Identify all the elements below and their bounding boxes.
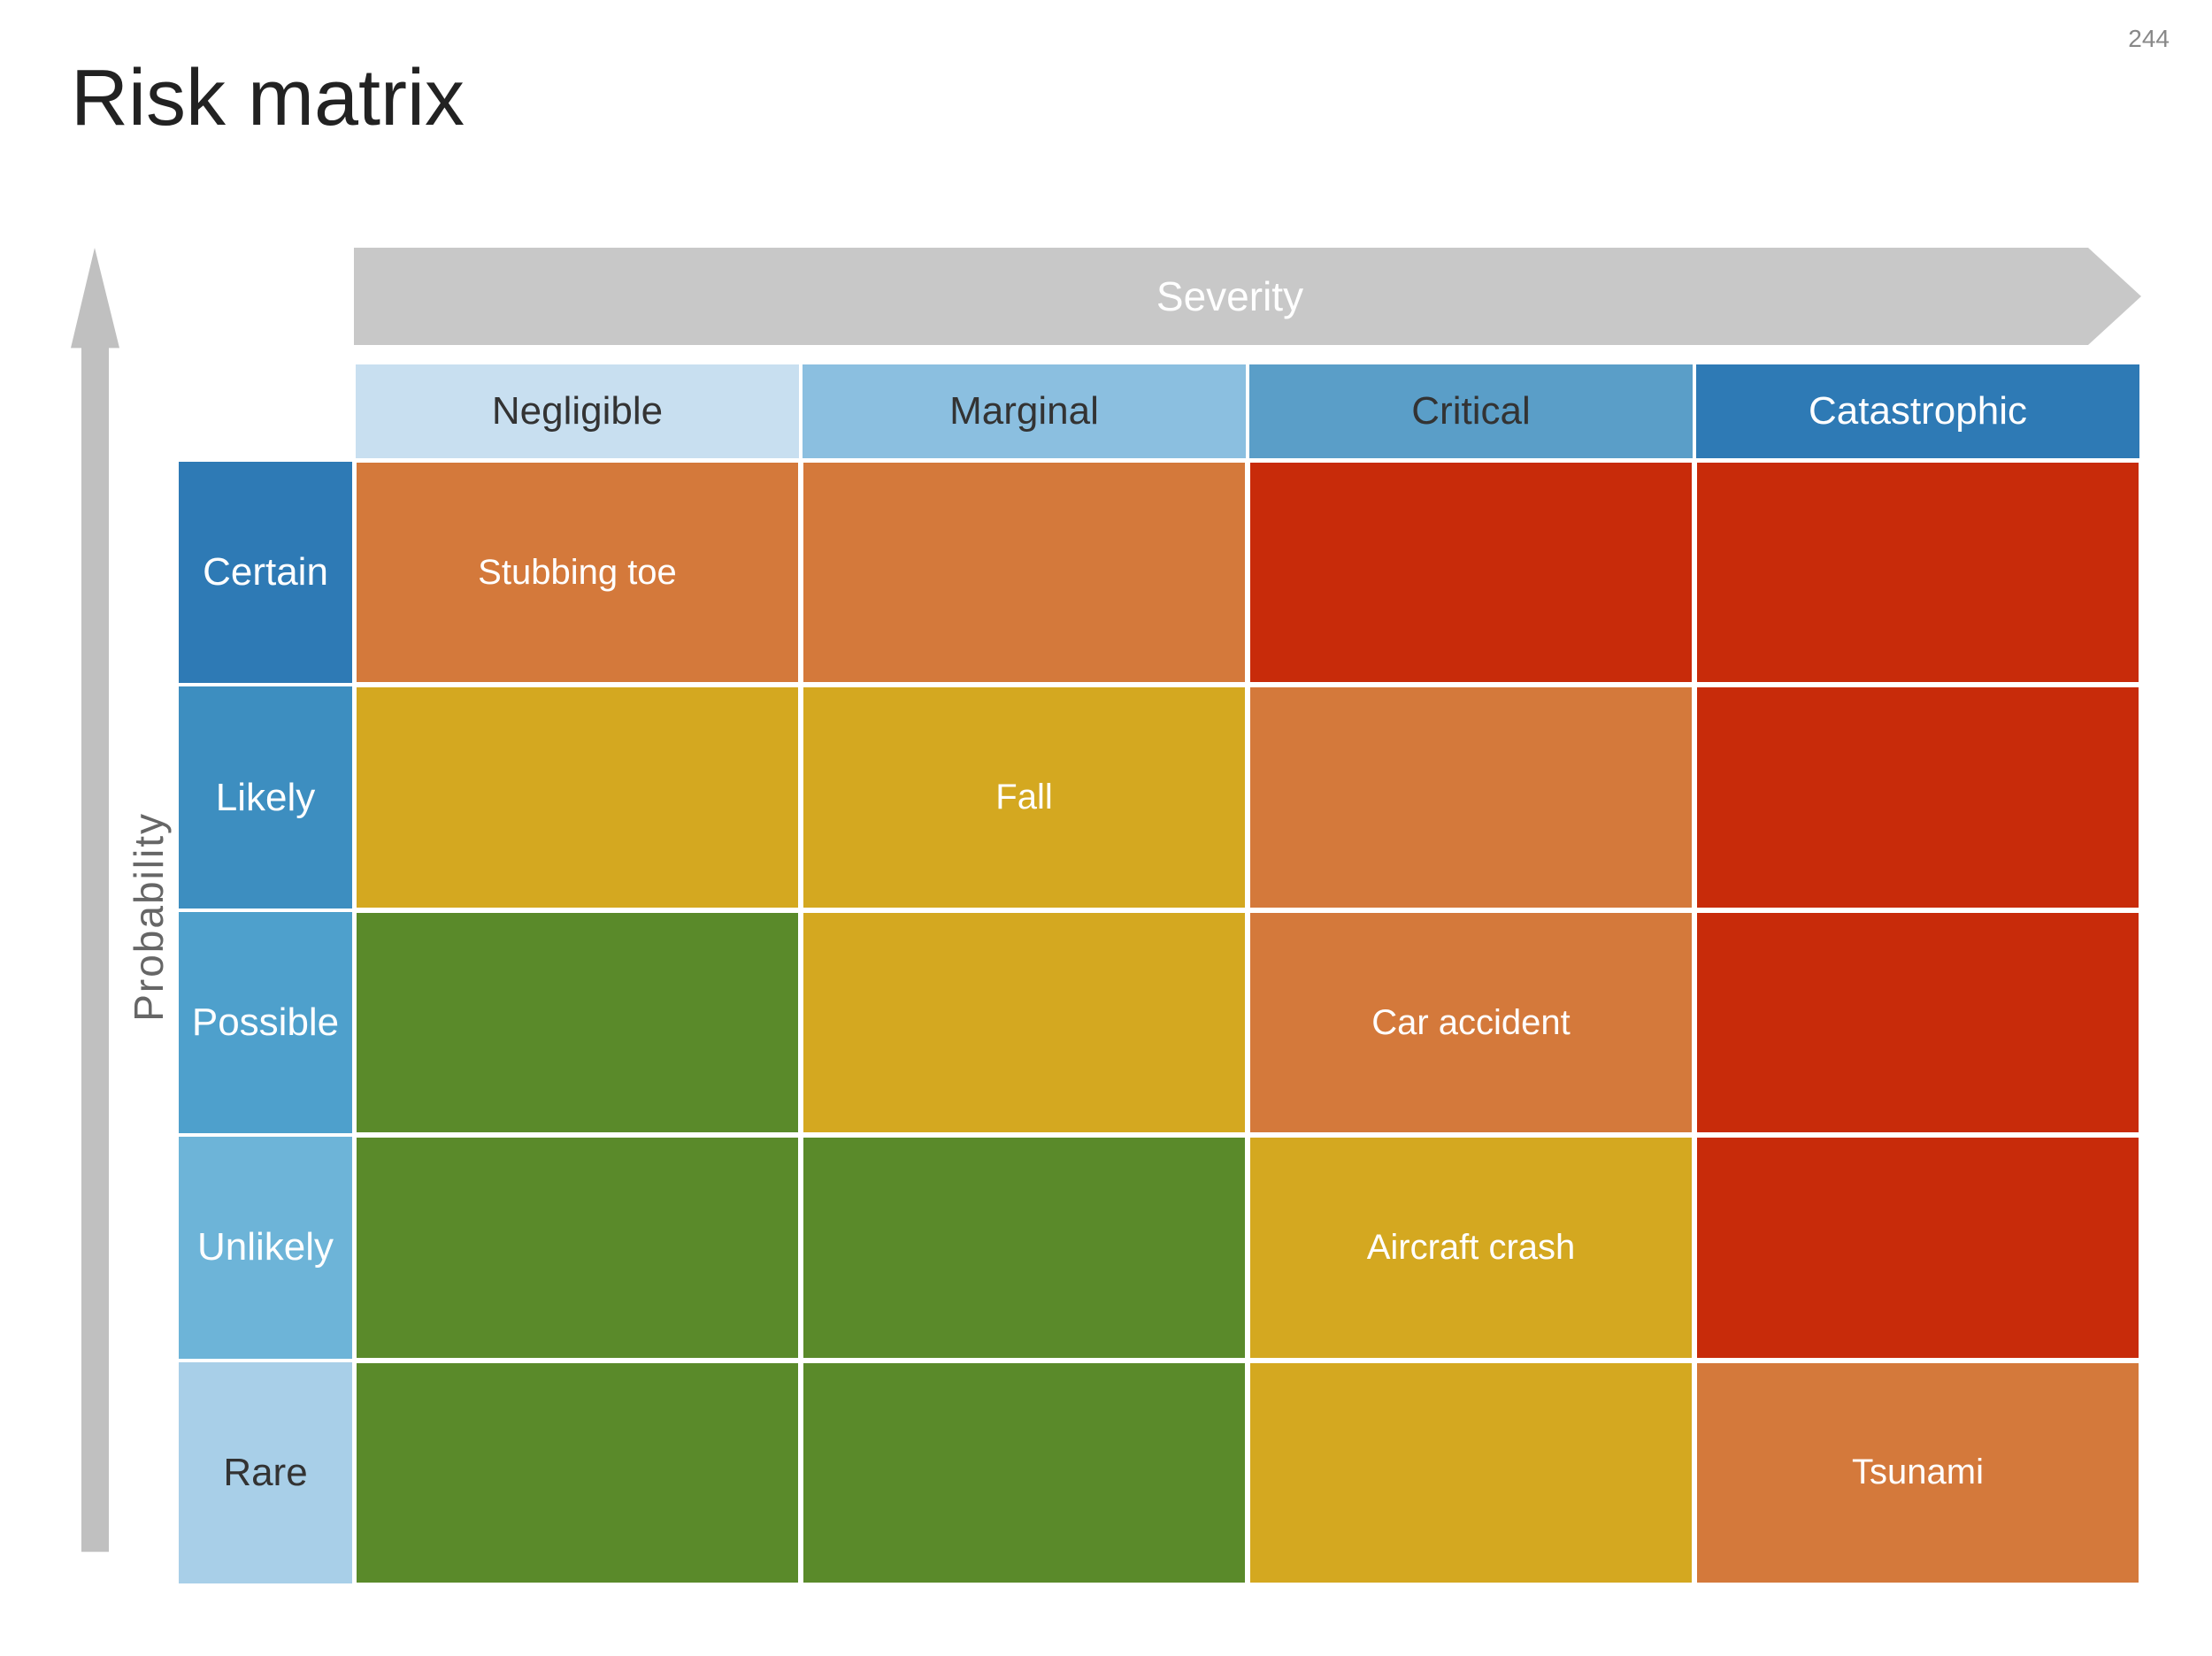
- cell-unlikely-catastrophic: [1694, 1135, 2141, 1360]
- probability-axis: Probability: [71, 248, 177, 1585]
- cell-certain-marginal: [801, 460, 1248, 685]
- page-number: 244: [2128, 25, 2170, 53]
- cell-rare-catastrophic: Tsunami: [1694, 1361, 2141, 1585]
- cell-unlikely-critical: Aircraft crash: [1248, 1135, 1694, 1360]
- cell-certain-catastrophic: [1694, 460, 2141, 685]
- row-likely: Likely Fall: [177, 685, 2141, 909]
- cell-possible-catastrophic: [1694, 910, 2141, 1135]
- cell-possible-marginal: [801, 910, 1248, 1135]
- probability-label: Probability: [125, 812, 173, 1022]
- cell-certain-critical: [1248, 460, 1694, 685]
- cell-unlikely-negligible: [354, 1135, 801, 1360]
- header-critical: Critical: [1248, 363, 1694, 460]
- cell-likely-catastrophic: [1694, 685, 2141, 909]
- data-rows: Certain Stubbing toe Likely Fall Possi: [177, 460, 2141, 1585]
- risk-grid: Negligible Marginal Critical Catastrophi…: [177, 363, 2141, 1585]
- cell-rare-marginal: [801, 1361, 1248, 1585]
- matrix-container: Probability Severity Negligible Marginal…: [71, 248, 2141, 1585]
- cell-possible-negligible: [354, 910, 801, 1135]
- header-negligible: Negligible: [354, 363, 801, 460]
- header-marginal: Marginal: [801, 363, 1248, 460]
- header-spacer: [177, 363, 354, 460]
- cell-rare-critical: [1248, 1361, 1694, 1585]
- row-unlikely: Unlikely Aircraft crash: [177, 1135, 2141, 1360]
- header-row: Negligible Marginal Critical Catastrophi…: [177, 363, 2141, 460]
- right-section: Severity Negligible Marginal Critical Ca…: [177, 248, 2141, 1585]
- page-title: Risk matrix: [71, 53, 465, 144]
- row-possible: Possible Car accident: [177, 910, 2141, 1135]
- probability-arrow-svg: [71, 248, 119, 1585]
- row-label-likely: Likely: [177, 685, 354, 909]
- row-label-possible: Possible: [177, 910, 354, 1135]
- header-catastrophic: Catastrophic: [1694, 363, 2141, 460]
- cell-rare-negligible: [354, 1361, 801, 1585]
- probability-label-wrapper: Probability: [119, 248, 177, 1585]
- cell-unlikely-marginal: [801, 1135, 1248, 1360]
- row-label-certain: Certain: [177, 460, 354, 685]
- cell-possible-critical: Car accident: [1248, 910, 1694, 1135]
- cell-certain-negligible: Stubbing toe: [354, 460, 801, 685]
- cell-likely-critical: [1248, 685, 1694, 909]
- row-rare: Rare Tsunami: [177, 1361, 2141, 1585]
- row-label-rare: Rare: [177, 1361, 354, 1585]
- severity-arrow-row: Severity: [177, 248, 2141, 345]
- cell-likely-negligible: [354, 685, 801, 909]
- severity-arrow: Severity: [354, 248, 2141, 345]
- cell-likely-marginal: Fall: [801, 685, 1248, 909]
- severity-label: Severity: [1156, 272, 1303, 320]
- row-label-unlikely: Unlikely: [177, 1135, 354, 1360]
- row-certain: Certain Stubbing toe: [177, 460, 2141, 685]
